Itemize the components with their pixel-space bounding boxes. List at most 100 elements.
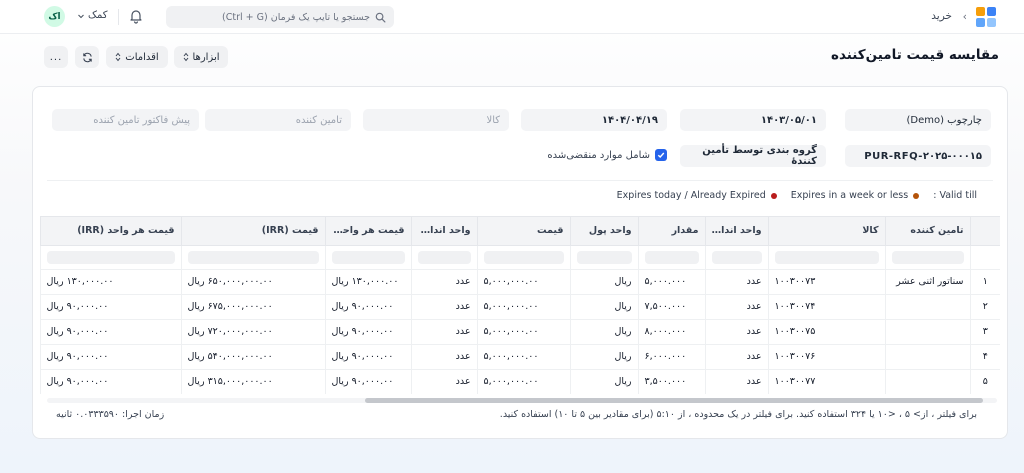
avatar[interactable]: اک	[44, 6, 65, 27]
cell-unit-price-irr[interactable]: ۹۰,۰۰۰.۰۰ ریال	[40, 293, 181, 319]
cell-item[interactable]: ۱۰۰۳۰۰۷۷	[767, 368, 885, 394]
column-filter-input[interactable]	[331, 250, 405, 264]
cell-unit-price[interactable]: ۹۰,۰۰۰.۰۰ ریال	[324, 293, 411, 319]
cell-stock-uom[interactable]: عدد	[410, 268, 477, 294]
cell-price[interactable]: ۵,۰۰۰,۰۰۰.۰۰	[476, 368, 570, 394]
column-header-unit-price-irr[interactable]: قیمت هر واحد (IRR)	[40, 217, 181, 245]
cell-unit-price[interactable]: ۹۰,۰۰۰.۰۰ ریال	[324, 318, 411, 344]
app-logo[interactable]	[976, 7, 996, 27]
cell-supplier[interactable]	[884, 343, 970, 369]
group-by-filter[interactable]: گروه بندی توسط تأمین کنندهٔ	[680, 145, 826, 167]
cell-item[interactable]: ۱۰۰۳۰۰۷۵	[767, 318, 885, 344]
column-filter-input[interactable]	[576, 250, 632, 264]
table-row[interactable]: ۵ ۱۰۰۳۰۰۷۷ عدد ۳,۵۰۰.۰۰۰ ریال ۵,۰۰۰,۰۰۰.۰۰ عدد…	[40, 368, 1000, 394]
help-dropdown[interactable]: کمک	[77, 10, 108, 21]
table-row[interactable]: ۲ ۱۰۰۳۰۰۷۴ عدد ۷,۵۰۰.۰۰۰ ریال ۵,۰۰۰,۰۰۰.۰۰ عدد…	[40, 293, 1000, 319]
cell-price[interactable]: ۵,۰۰۰,۰۰۰.۰۰	[476, 343, 570, 369]
cell-stock-uom[interactable]: عدد	[410, 293, 477, 319]
from-date-filter[interactable]: ۱۴۰۳/۰۵/۰۱	[680, 109, 826, 131]
cell-uom[interactable]: عدد	[704, 368, 768, 394]
cell-currency[interactable]: ریال	[569, 318, 638, 344]
column-header-qty[interactable]: مقدار	[637, 217, 705, 245]
cell-uom[interactable]: عدد	[704, 268, 768, 294]
cell-stock-uom[interactable]: عدد	[410, 343, 477, 369]
column-header-price-irr[interactable]: قیمت (IRR)	[180, 217, 325, 245]
notification-bell-icon[interactable]	[128, 8, 144, 24]
cell-unit-price[interactable]: ۹۰,۰۰۰.۰۰ ریال	[324, 343, 411, 369]
column-filter-input[interactable]	[644, 250, 699, 264]
more-menu-button[interactable]: ...	[44, 46, 68, 68]
cell-currency[interactable]: ریال	[569, 268, 638, 294]
cell-qty[interactable]: ۳,۵۰۰.۰۰۰	[637, 368, 705, 394]
cell-price-irr[interactable]: ۳۱۵,۰۰۰,۰۰۰.۰۰ ریال	[180, 368, 325, 394]
cell-unit-price[interactable]: ۱۳۰,۰۰۰.۰۰ ریال	[324, 268, 411, 294]
cell-qty[interactable]: ۵,۰۰۰.۰۰۰	[637, 268, 705, 294]
cell-currency[interactable]: ریال	[569, 368, 638, 394]
cell-price-irr[interactable]: ۵۴۰,۰۰۰,۰۰۰.۰۰ ریال	[180, 343, 325, 369]
row-index[interactable]: ۱	[969, 268, 1000, 294]
column-header-item[interactable]: کالا	[767, 217, 885, 245]
cell-price[interactable]: ۵,۰۰۰,۰۰۰.۰۰	[476, 268, 570, 294]
cell-price-irr[interactable]: ۶۷۵,۰۰۰,۰۰۰.۰۰ ریال	[180, 293, 325, 319]
row-index[interactable]: ۲	[969, 293, 1000, 319]
supplier-filter[interactable]: تامین کننده	[205, 109, 351, 131]
cell-supplier[interactable]	[884, 368, 970, 394]
column-header-supplier[interactable]: تامین کننده	[884, 217, 970, 245]
cell-uom[interactable]: عدد	[704, 293, 768, 319]
cell-unit-price-irr[interactable]: ۹۰,۰۰۰.۰۰ ریال	[40, 368, 181, 394]
cell-currency[interactable]: ریال	[569, 343, 638, 369]
to-date-filter[interactable]: ۱۴۰۴/۰۴/۱۹	[521, 109, 667, 131]
include-expired-checkbox[interactable]: شامل موارد منقضی‌شده	[547, 149, 667, 161]
cell-price[interactable]: ۵,۰۰۰,۰۰۰.۰۰	[476, 293, 570, 319]
tools-button[interactable]: ابزارها	[174, 46, 228, 68]
cell-supplier[interactable]	[884, 293, 970, 319]
supplier-quotation-filter[interactable]: پیش فاکتور تامین کننده	[52, 109, 199, 131]
rfq-filter[interactable]: PUR-RFQ-۲۰۲۵-۰۰۰۱۵	[845, 145, 991, 167]
column-filter-input[interactable]	[711, 250, 762, 264]
column-header-uom[interactable]: واحد اندازه…	[704, 217, 768, 245]
horizontal-scrollbar[interactable]	[47, 398, 997, 403]
cell-price-irr[interactable]: ۶۵۰,۰۰۰,۰۰۰.۰۰ ریال	[180, 268, 325, 294]
column-header-currency[interactable]: واحد پول	[569, 217, 638, 245]
table-row[interactable]: ۳ ۱۰۰۳۰۰۷۵ عدد ۸,۰۰۰.۰۰۰ ریال ۵,۰۰۰,۰۰۰.۰۰ عدد…	[40, 318, 1000, 344]
column-filter-input[interactable]	[891, 250, 964, 264]
cell-stock-uom[interactable]: عدد	[410, 368, 477, 394]
cell-item[interactable]: ۱۰۰۳۰۰۷۳	[767, 268, 885, 294]
breadcrumb[interactable]: خرید	[931, 10, 952, 22]
row-index[interactable]: ۵	[969, 368, 1000, 394]
cell-unit-price-irr[interactable]: ۱۳۰,۰۰۰.۰۰ ریال	[40, 268, 181, 294]
cell-price-irr[interactable]: ۷۲۰,۰۰۰,۰۰۰.۰۰ ریال	[180, 318, 325, 344]
cell-qty[interactable]: ۶,۰۰۰.۰۰۰	[637, 343, 705, 369]
row-index[interactable]: ۴	[969, 343, 1000, 369]
cell-unit-price-irr[interactable]: ۹۰,۰۰۰.۰۰ ریال	[40, 343, 181, 369]
cell-qty[interactable]: ۸,۰۰۰.۰۰۰	[637, 318, 705, 344]
cell-unit-price[interactable]: ۹۰,۰۰۰.۰۰ ریال	[324, 368, 411, 394]
actions-button[interactable]: اقدامات	[106, 46, 168, 68]
cell-unit-price-irr[interactable]: ۹۰,۰۰۰.۰۰ ریال	[40, 318, 181, 344]
cell-uom[interactable]: عدد	[704, 318, 768, 344]
cell-supplier[interactable]: سناتور اثنی عشر	[884, 268, 970, 294]
column-filter-input[interactable]	[46, 250, 175, 264]
cell-price[interactable]: ۵,۰۰۰,۰۰۰.۰۰	[476, 318, 570, 344]
cell-uom[interactable]: عدد	[704, 343, 768, 369]
cell-item[interactable]: ۱۰۰۳۰۰۷۴	[767, 293, 885, 319]
cell-stock-uom[interactable]: عدد	[410, 318, 477, 344]
column-filter-input[interactable]	[774, 250, 879, 264]
item-filter[interactable]: کالا	[363, 109, 509, 131]
row-index[interactable]: ۳	[969, 318, 1000, 344]
column-filter-input[interactable]	[483, 250, 564, 264]
column-filter-input[interactable]	[187, 250, 319, 264]
company-filter[interactable]: چارچوب (Demo)	[845, 109, 991, 131]
scrollbar-thumb[interactable]	[365, 398, 983, 403]
column-header-unit-price[interactable]: قیمت هر واحد…	[324, 217, 411, 245]
table-row[interactable]: ۴ ۱۰۰۳۰۰۷۶ عدد ۶,۰۰۰.۰۰۰ ریال ۵,۰۰۰,۰۰۰.۰۰ عدد…	[40, 343, 1000, 369]
column-header-stock-uom[interactable]: واحد اندازه…	[410, 217, 477, 245]
column-filter-input[interactable]	[417, 250, 471, 264]
table-row[interactable]: ۱ سناتور اثنی عشر ۱۰۰۳۰۰۷۳ عدد ۵,۰۰۰.۰۰۰ ریال…	[40, 268, 1000, 294]
column-header-price[interactable]: قیمت	[476, 217, 570, 245]
cell-item[interactable]: ۱۰۰۳۰۰۷۶	[767, 343, 885, 369]
cell-qty[interactable]: ۷,۵۰۰.۰۰۰	[637, 293, 705, 319]
cell-supplier[interactable]	[884, 318, 970, 344]
cell-currency[interactable]: ریال	[569, 293, 638, 319]
refresh-button[interactable]	[75, 46, 99, 68]
